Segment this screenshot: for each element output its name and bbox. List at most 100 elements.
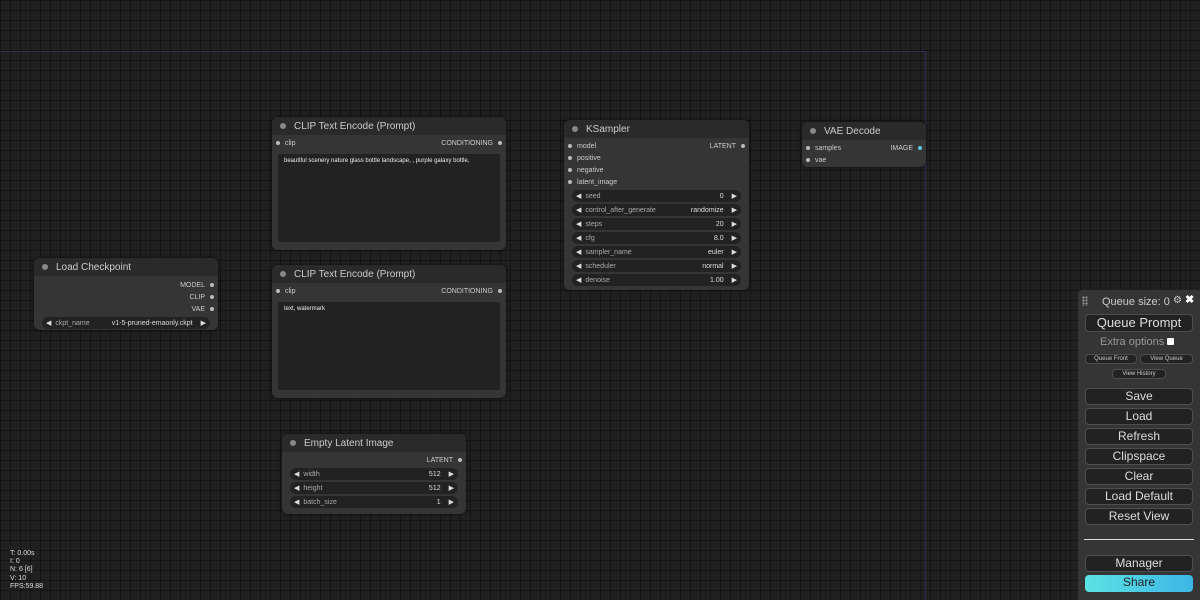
arrow-right-icon[interactable]: ▶	[449, 470, 454, 478]
output-slot-clip[interactable]: CLIP	[34, 291, 218, 303]
slot-dot-icon[interactable]	[458, 458, 462, 462]
slot-dot-icon[interactable]	[210, 295, 214, 299]
slot-dot-icon[interactable]	[210, 307, 214, 311]
slot-dot-icon[interactable]	[498, 289, 502, 293]
refresh-button[interactable]: Refresh	[1085, 428, 1193, 445]
slot-dot-icon[interactable]	[276, 141, 280, 145]
arrow-right-icon[interactable]: ▶	[201, 319, 206, 327]
widget-denoise[interactable]: ◀ denoise 1.00 ▶	[572, 274, 741, 286]
collapse-dot-icon[interactable]	[42, 264, 48, 270]
collapse-dot-icon[interactable]	[572, 126, 578, 132]
node-title-bar[interactable]: Load Checkpoint	[34, 258, 218, 276]
slot-dot-icon[interactable]	[918, 146, 922, 150]
arrow-left-icon[interactable]: ◀	[576, 262, 581, 270]
arrow-left-icon[interactable]: ◀	[294, 470, 299, 478]
load-default-button[interactable]: Load Default	[1085, 488, 1193, 505]
arrow-left-icon[interactable]: ◀	[294, 498, 299, 506]
collapse-dot-icon[interactable]	[280, 123, 286, 129]
arrow-right-icon[interactable]: ▶	[732, 220, 737, 228]
output-slot-latent[interactable]: LATENT	[282, 454, 466, 466]
drag-handle-icon[interactable]	[1082, 296, 1088, 306]
node-clip-text-encode-negative[interactable]: CLIP Text Encode (Prompt) clip CONDITION…	[272, 265, 506, 398]
node-empty-latent-image[interactable]: Empty Latent Image LATENT ◀ width 512 ▶ ◀ he…	[282, 434, 466, 514]
extra-options-checkbox[interactable]	[1167, 338, 1174, 345]
save-button[interactable]: Save	[1085, 388, 1193, 405]
widget-batch-size[interactable]: ◀ batch_size 1 ▶	[290, 496, 458, 508]
arrow-right-icon[interactable]: ▶	[449, 484, 454, 492]
slot-row-model[interactable]: model LATENT	[564, 140, 749, 152]
widget-control-after-generate[interactable]: ◀ control_after_generate randomize ▶	[572, 204, 741, 216]
collapse-dot-icon[interactable]	[810, 128, 816, 134]
arrow-right-icon[interactable]: ▶	[732, 234, 737, 242]
input-slot-negative[interactable]: negative	[564, 164, 749, 176]
slot-dot-icon[interactable]	[568, 144, 572, 148]
close-icon[interactable]: ✖	[1185, 293, 1194, 306]
slot-row-samples[interactable]: samples IMAGE	[802, 142, 926, 154]
arrow-left-icon[interactable]: ◀	[576, 234, 581, 242]
widget-seed[interactable]: ◀ seed 0 ▶	[572, 190, 741, 202]
slot-dot-icon[interactable]	[568, 180, 572, 184]
slot-dot-icon[interactable]	[568, 168, 572, 172]
load-button[interactable]: Load	[1085, 408, 1193, 425]
node-title-bar[interactable]: VAE Decode	[802, 122, 926, 140]
node-title-bar[interactable]: CLIP Text Encode (Prompt)	[272, 265, 506, 283]
slot-dot-icon[interactable]	[806, 146, 810, 150]
input-slot-vae[interactable]: vae	[802, 154, 926, 166]
prompt-textarea[interactable]: beautiful scenery nature glass bottle la…	[278, 154, 500, 242]
slot-dot-icon[interactable]	[568, 156, 572, 160]
arrow-left-icon[interactable]: ◀	[46, 319, 51, 327]
collapse-dot-icon[interactable]	[280, 271, 286, 277]
output-slot-vae[interactable]: VAE	[34, 303, 218, 315]
arrow-right-icon[interactable]: ▶	[732, 192, 737, 200]
widget-width[interactable]: ◀ width 512 ▶	[290, 468, 458, 480]
output-slot-model[interactable]: MODEL	[34, 279, 218, 291]
arrow-right-icon[interactable]: ▶	[732, 276, 737, 284]
queue-front-button[interactable]: Queue Front	[1085, 354, 1137, 364]
arrow-right-icon[interactable]: ▶	[732, 248, 737, 256]
slot-dot-icon[interactable]	[806, 158, 810, 162]
node-title-bar[interactable]: CLIP Text Encode (Prompt)	[272, 117, 506, 135]
slot-row[interactable]: clip CONDITIONING	[272, 285, 506, 297]
prompt-textarea[interactable]: text, watermark	[278, 302, 500, 390]
node-load-checkpoint[interactable]: Load Checkpoint MODEL CLIP VAE ◀ ckpt_na…	[34, 258, 218, 330]
view-queue-button[interactable]: View Queue	[1140, 354, 1193, 364]
widget-ckpt-name[interactable]: ◀ ckpt_name v1-5-pruned-emaonly.ckpt ▶	[42, 317, 210, 329]
node-ksampler[interactable]: KSampler model LATENT positive negative …	[564, 120, 749, 290]
input-slot-positive[interactable]: positive	[564, 152, 749, 164]
node-vae-decode[interactable]: VAE Decode samples IMAGE vae	[802, 122, 926, 167]
slot-dot-icon[interactable]	[498, 141, 502, 145]
arrow-left-icon[interactable]: ◀	[294, 484, 299, 492]
arrow-right-icon[interactable]: ▶	[732, 206, 737, 214]
slot-dot-icon[interactable]	[210, 283, 214, 287]
clear-button[interactable]: Clear	[1085, 468, 1193, 485]
arrow-left-icon[interactable]: ◀	[576, 248, 581, 256]
slot-dot-icon[interactable]	[276, 289, 280, 293]
widget-height[interactable]: ◀ height 512 ▶	[290, 482, 458, 494]
view-history-button[interactable]: View History	[1112, 369, 1166, 379]
node-title: CLIP Text Encode (Prompt)	[294, 120, 416, 132]
arrow-right-icon[interactable]: ▶	[449, 498, 454, 506]
collapse-dot-icon[interactable]	[290, 440, 296, 446]
node-title-bar[interactable]: KSampler	[564, 120, 749, 138]
widget-sampler-name[interactable]: ◀ sampler_name euler ▶	[572, 246, 741, 258]
widget-cfg[interactable]: ◀ cfg 8.0 ▶	[572, 232, 741, 244]
node-clip-text-encode-positive[interactable]: CLIP Text Encode (Prompt) clip CONDITION…	[272, 117, 506, 250]
arrow-right-icon[interactable]: ▶	[732, 262, 737, 270]
node-title-bar[interactable]: Empty Latent Image	[282, 434, 466, 452]
share-button[interactable]: Share	[1085, 575, 1193, 592]
input-slot-latent-image[interactable]: latent_image	[564, 176, 749, 188]
gear-icon[interactable]: ⚙	[1173, 295, 1182, 306]
widget-scheduler[interactable]: ◀ scheduler normal ▶	[572, 260, 741, 272]
widget-steps[interactable]: ◀ steps 20 ▶	[572, 218, 741, 230]
clipspace-button[interactable]: Clipspace	[1085, 448, 1193, 465]
arrow-left-icon[interactable]: ◀	[576, 206, 581, 214]
node-title: VAE Decode	[824, 125, 881, 137]
manager-button[interactable]: Manager	[1085, 555, 1193, 572]
slot-row[interactable]: clip CONDITIONING	[272, 137, 506, 149]
queue-prompt-button[interactable]: Queue Prompt	[1085, 314, 1193, 332]
arrow-left-icon[interactable]: ◀	[576, 220, 581, 228]
slot-dot-icon[interactable]	[741, 144, 745, 148]
arrow-left-icon[interactable]: ◀	[576, 276, 581, 284]
arrow-left-icon[interactable]: ◀	[576, 192, 581, 200]
reset-view-button[interactable]: Reset View	[1085, 508, 1193, 525]
